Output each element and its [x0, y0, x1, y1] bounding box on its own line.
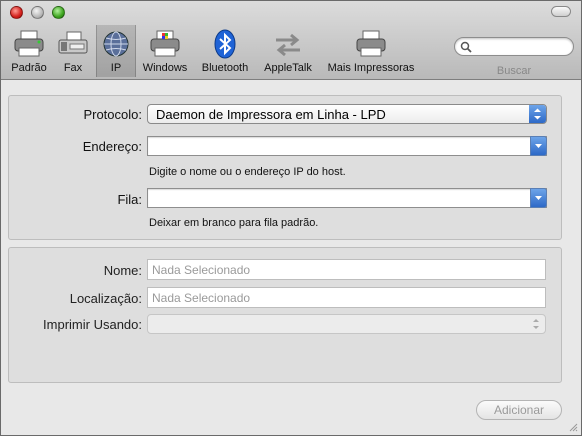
queue-dropdown-button[interactable] — [530, 188, 547, 208]
toolbar-label: Mais Impressoras — [327, 62, 415, 74]
more-printers-icon — [356, 30, 386, 57]
zoom-window-button[interactable] — [52, 6, 65, 19]
print-using-popup[interactable] — [147, 314, 546, 334]
toolbar-toggle-button[interactable] — [551, 6, 571, 17]
protocol-popup[interactable]: Daemon de Impressora em Linha - LPD — [147, 104, 547, 124]
location-field[interactable]: Nada Selecionado — [147, 287, 546, 308]
toolbar-item-more-printers[interactable]: Mais Impressoras — [322, 25, 420, 77]
name-label: Nome: — [103, 263, 142, 278]
resize-grip-icon[interactable] — [568, 422, 578, 432]
chevron-down-icon — [535, 144, 542, 148]
print-using-label: Imprimir Usando: — [43, 317, 142, 332]
location-placeholder: Nada Selecionado — [152, 291, 251, 305]
add-printer-window: Padrão Fax IP Windows Bluetooth AppleTal… — [0, 0, 582, 436]
address-label: Endereço: — [82, 139, 142, 154]
address-dropdown-button[interactable] — [530, 136, 547, 156]
minimize-window-button[interactable] — [31, 6, 44, 19]
queue-label: Fila: — [117, 192, 142, 207]
printer-default-icon — [14, 30, 44, 57]
toolbar-item-bluetooth[interactable]: Bluetooth — [196, 25, 254, 77]
toolbar-item-default[interactable]: Padrão — [7, 25, 51, 77]
search-label: Buscar — [496, 65, 532, 77]
toolbar-item-ip[interactable]: IP — [96, 25, 136, 77]
toolbar-label: Fax — [63, 62, 83, 74]
ip-globe-icon — [103, 31, 129, 57]
search-icon — [460, 41, 472, 53]
chevron-down-icon — [535, 196, 542, 200]
toolbar-item-appletalk[interactable]: AppleTalk — [258, 25, 318, 77]
windows-printer-icon — [150, 30, 180, 57]
queue-hint: Deixar em branco para fila padrão. — [149, 217, 319, 229]
fax-icon — [58, 31, 88, 54]
close-window-button[interactable] — [10, 6, 23, 19]
toolbar-item-fax[interactable]: Fax — [55, 25, 91, 77]
name-placeholder: Nada Selecionado — [152, 263, 251, 277]
toolbar-label: Padrão — [11, 62, 47, 74]
popup-arrows-icon — [529, 105, 546, 123]
toolbar-label: IP — [110, 62, 122, 74]
protocol-value: Daemon de Impressora em Linha - LPD — [156, 107, 386, 122]
appletalk-arrows-icon — [276, 33, 300, 57]
address-hint: Digite o nome ou o endereço IP do host. — [149, 166, 346, 178]
toolbar-label: Bluetooth — [201, 62, 249, 74]
queue-combobox[interactable] — [147, 188, 547, 208]
address-combobox[interactable] — [147, 136, 547, 156]
toolbar-label: AppleTalk — [264, 62, 312, 74]
toolbar: Padrão Fax IP Windows Bluetooth AppleTal… — [1, 1, 581, 80]
toolbar-item-windows[interactable]: Windows — [140, 25, 190, 77]
protocol-label: Protocolo: — [83, 107, 142, 122]
search-field[interactable] — [454, 37, 574, 56]
location-label: Localização: — [69, 291, 142, 306]
bluetooth-icon — [214, 29, 236, 59]
toolbar-label: Windows — [142, 62, 188, 74]
name-field[interactable]: Nada Selecionado — [147, 259, 546, 280]
add-button[interactable]: Adicionar — [476, 400, 562, 420]
popup-arrows-icon — [533, 319, 539, 329]
